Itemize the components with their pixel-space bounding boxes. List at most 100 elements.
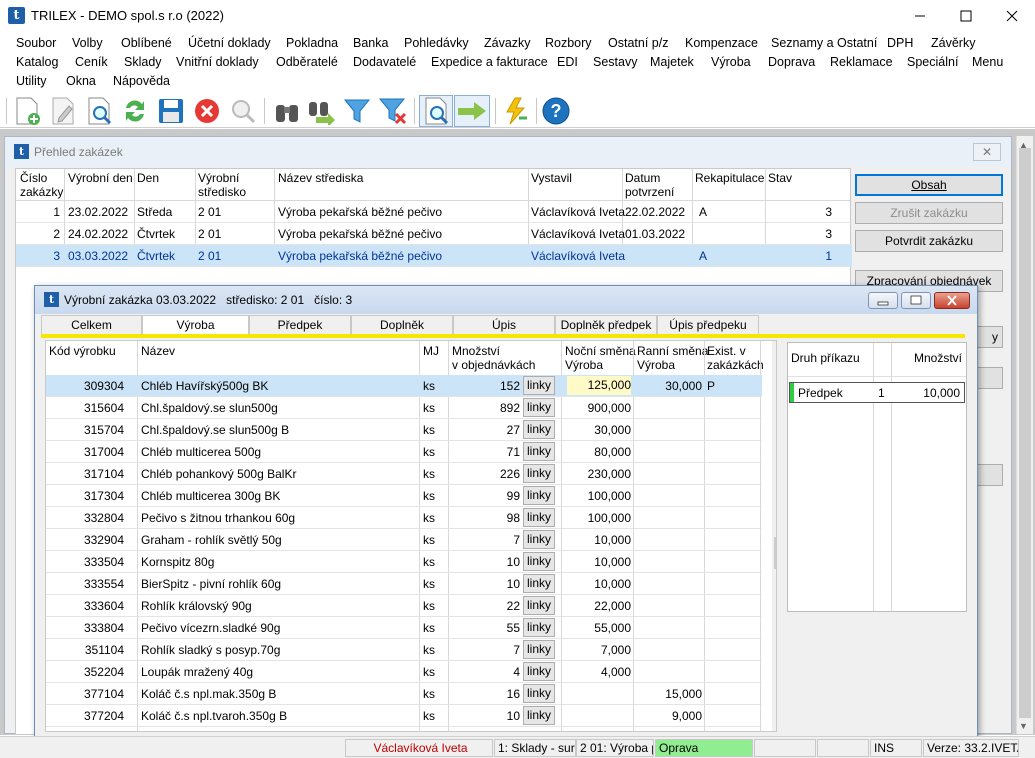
table-row[interactable]: 333604 Rohlík královský 90g ks 22 22,000 link… xyxy=(46,595,762,617)
table-cell-nocni[interactable]: 100,000 xyxy=(563,511,631,525)
menu-item[interactable]: Odběratelé xyxy=(276,55,338,69)
menu-item[interactable]: Soubor xyxy=(16,36,56,50)
table-cell-ranni[interactable]: 9,000 xyxy=(635,709,702,723)
col-header-quantity[interactable]: Množství v objednávkách xyxy=(452,344,535,372)
col-header-command-qty[interactable]: Množství xyxy=(914,351,962,365)
lines-button[interactable]: linky xyxy=(523,574,555,593)
filter-button[interactable] xyxy=(342,96,372,126)
table-row[interactable]: 351104 Rohlík sladký s posyp.70g ks 7 7,000 l… xyxy=(46,639,762,661)
find-next-button[interactable] xyxy=(306,96,336,126)
search-button[interactable] xyxy=(228,96,258,126)
lines-button[interactable]: linky xyxy=(523,398,555,417)
menu-item[interactable]: Ceník xyxy=(75,55,108,69)
table-row[interactable]: 333504 Kornspitz 80g ks 10 10,000 linky xyxy=(46,551,762,573)
lines-button[interactable]: linky xyxy=(523,442,555,461)
lines-button[interactable]: linky xyxy=(523,706,555,725)
table-cell-nocni[interactable]: 30,000 xyxy=(563,423,631,437)
new-document-button[interactable] xyxy=(12,96,42,126)
table-cell-nocni[interactable]: 900,000 xyxy=(563,401,631,415)
save-button[interactable] xyxy=(156,96,186,126)
col-header-center[interactable]: Výrobní středisko xyxy=(198,171,246,199)
menu-item[interactable]: Rozbory xyxy=(545,36,592,50)
confirm-order-button[interactable]: Potvrdit zakázku xyxy=(855,230,1003,252)
menu-item[interactable]: Speciální xyxy=(907,55,958,69)
col-header-number[interactable]: Číslo zakázky xyxy=(20,171,63,199)
menu-item[interactable]: Utility xyxy=(16,74,47,88)
table-cell-nocni[interactable]: 55,000 xyxy=(563,621,631,635)
table-cell-nocni[interactable]: 80,000 xyxy=(563,445,631,459)
col-header-center-name[interactable]: Název střediska xyxy=(278,171,363,185)
table-row[interactable]: 317104 Chléb pohankový 500g BalKr ks 226 230… xyxy=(46,463,762,485)
lightning-button[interactable] xyxy=(500,96,530,126)
lines-button[interactable]: linky xyxy=(523,640,555,659)
find-button[interactable] xyxy=(272,96,302,126)
tab-1[interactable]: Výroba xyxy=(142,315,249,336)
close-button[interactable] xyxy=(989,0,1035,31)
zoom-preview-button[interactable] xyxy=(419,95,453,127)
maximize-button[interactable] xyxy=(943,0,989,31)
menu-item[interactable]: Pokladna xyxy=(286,36,338,50)
menu-item[interactable]: Ostatní p/z xyxy=(608,36,668,50)
col-header-recap[interactable]: Rekapitulace xyxy=(695,171,764,185)
table-row[interactable]: 2 24.02.2022 Čtvrtek 2 01 Výroba pekařská bě… xyxy=(16,223,852,245)
lines-button[interactable]: linky xyxy=(523,552,555,571)
go-next-button[interactable] xyxy=(454,95,490,127)
products-scrollbar[interactable]: ▲ xyxy=(772,341,776,731)
menu-item[interactable]: Majetek xyxy=(650,55,694,69)
table-row[interactable]: 377104 Koláč č.s npl.mak.350g B ks 16 15,000… xyxy=(46,683,762,705)
table-row[interactable]: 3 03.03.2022 Čtvrtek 2 01 Výroba pekařská bě… xyxy=(16,245,852,267)
help-button[interactable]: ? xyxy=(541,96,571,126)
table-cell-nocni[interactable]: 10,000 xyxy=(563,577,631,591)
table-row[interactable]: 315604 Chl.špaldový.se slun500g ks 892 900,0… xyxy=(46,397,762,419)
menu-item[interactable]: Závazky xyxy=(484,36,531,50)
col-header-existing[interactable]: Exist. v zakázkách xyxy=(707,344,764,372)
menu-item[interactable]: Katalog xyxy=(16,55,58,69)
col-header-name[interactable]: Název xyxy=(141,344,175,358)
preview-document-button[interactable] xyxy=(84,96,114,126)
table-row[interactable]: 377204 Koláč č.s npl.tvaroh.350g B ks 10 9,0… xyxy=(46,705,762,727)
menu-item[interactable]: EDI xyxy=(557,55,578,69)
col-header-night-shift[interactable]: Noční směna Výroba xyxy=(565,344,636,372)
lines-button[interactable]: linky xyxy=(523,618,555,637)
window-minimize-button[interactable] xyxy=(868,292,898,309)
col-header-unit[interactable]: MJ xyxy=(423,344,439,358)
col-header-status[interactable]: Stav xyxy=(768,171,792,185)
tab-5[interactable]: Doplněk předpek xyxy=(555,315,657,335)
menu-item[interactable]: Oblíbené xyxy=(121,36,172,50)
command-row[interactable]: Předpek 1 10,000 xyxy=(789,382,965,403)
table-row[interactable]: 333804 Pečivo vícezrn.sladké 90g ks 55 55,00… xyxy=(46,617,762,639)
table-row[interactable]: 332804 Pečivo s žitnou trhankou 60g ks 98 10… xyxy=(46,507,762,529)
col-header-code[interactable]: Kód výrobku xyxy=(49,344,116,358)
tab-3[interactable]: Doplněk xyxy=(351,315,453,335)
col-header-issued-by[interactable]: Vystavil xyxy=(531,171,572,185)
lines-button[interactable]: linky xyxy=(523,596,555,615)
table-cell-nocni[interactable]: 125,000 xyxy=(567,376,631,395)
menu-item[interactable]: Okna xyxy=(66,74,96,88)
lines-button[interactable]: linky xyxy=(523,530,555,549)
table-cell-nocni[interactable]: 230,000 xyxy=(563,467,631,481)
tab-4[interactable]: Úpis xyxy=(453,315,555,335)
menu-item[interactable]: Výroba xyxy=(711,55,751,69)
window-restore-button[interactable] xyxy=(901,292,931,309)
cancel-order-button[interactable]: Zrušit zakázku xyxy=(855,202,1003,224)
table-row[interactable]: 309304 Chléb Havířský500g BK ks 152 125,000 3… xyxy=(46,375,762,397)
window-close-button[interactable]: ✕ xyxy=(973,143,1001,161)
menu-item[interactable]: Závěrky xyxy=(931,36,975,50)
table-cell-ranni[interactable]: 30,000 xyxy=(635,379,702,393)
menu-item[interactable]: Pohledávky xyxy=(404,36,469,50)
lines-button[interactable]: linky xyxy=(523,486,555,505)
table-cell-nocni[interactable]: 10,000 xyxy=(563,555,631,569)
col-header-command-type[interactable]: Druh příkazu xyxy=(791,351,860,365)
table-cell-nocni[interactable]: 7,000 xyxy=(563,643,631,657)
content-button[interactable]: Obsah xyxy=(855,174,1003,196)
tab-0[interactable]: Celkem xyxy=(41,315,142,335)
tab-6[interactable]: Úpis předpeku xyxy=(657,315,759,335)
lines-button[interactable]: linky xyxy=(523,662,555,681)
lines-button[interactable]: linky xyxy=(523,464,555,483)
minimize-button[interactable] xyxy=(897,0,943,31)
menu-item[interactable]: Sklady xyxy=(124,55,162,69)
table-row[interactable]: 332904 Graham - rohlík světlý 50g ks 7 10,00… xyxy=(46,529,762,551)
table-cell-ranni[interactable]: 15,000 xyxy=(635,687,702,701)
table-row[interactable]: 333554 BierSpitz - pivní rohlík 60g ks 10 10… xyxy=(46,573,762,595)
col-header-production-day[interactable]: Výrobní den xyxy=(68,171,133,185)
